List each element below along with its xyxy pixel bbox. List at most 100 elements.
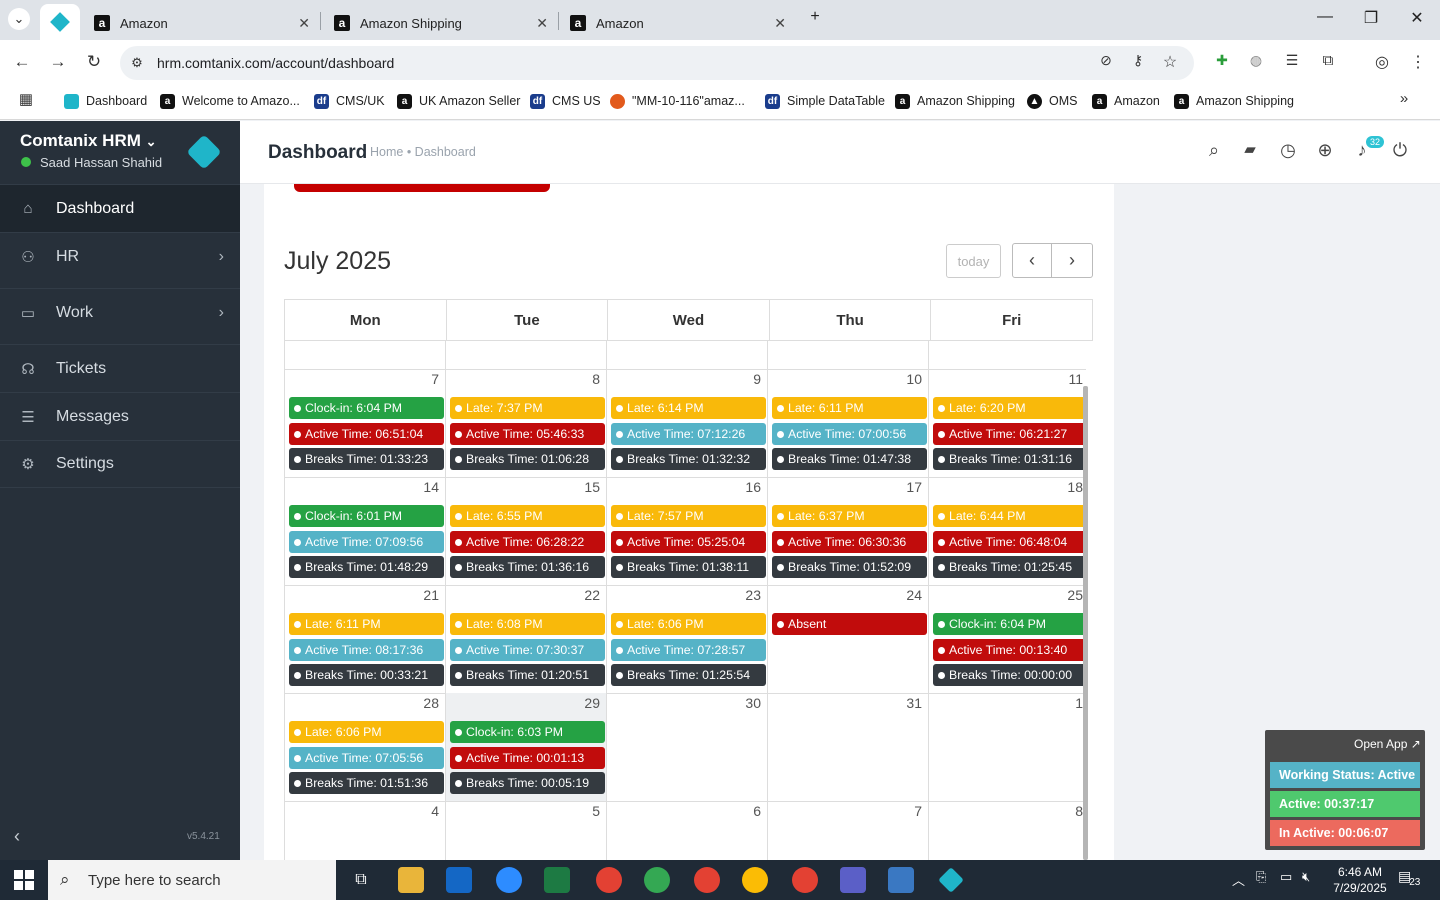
calendar-event[interactable]: Active Time: 07:00:56	[772, 422, 927, 445]
calendar-day-cell[interactable]: 31	[768, 693, 929, 801]
day-number[interactable]: 5	[592, 803, 600, 819]
notes-icon[interactable]: ▰	[1238, 140, 1262, 158]
calendar-event[interactable]: Active Time: 00:13:40	[933, 638, 1086, 661]
calendar-event[interactable]: Late: 6:06 PM	[611, 613, 766, 635]
tab-amazon-2[interactable]: a Amazon ✕	[556, 6, 796, 40]
chrome-icon[interactable]	[644, 867, 670, 893]
day-number[interactable]: 24	[906, 587, 922, 603]
bookmark-simple-datatable[interactable]: df Simple DataTable	[765, 92, 885, 110]
sidebar-item-work[interactable]: ▭ Work ›	[0, 288, 240, 336]
day-number[interactable]: 23	[745, 587, 761, 603]
bookmark-dashboard[interactable]: Dashboard	[64, 92, 147, 110]
calendar-scrollbar[interactable]	[1083, 386, 1088, 860]
windows-start-icon[interactable]	[14, 870, 34, 890]
calendar-day-cell[interactable]: 4	[285, 801, 446, 860]
calendar-day-cell[interactable]: 28 Late: 6:06 PM Active Time: 07:05:56 Brea…	[285, 693, 446, 801]
profile-icon[interactable]: ◎	[1370, 52, 1394, 72]
calendar-event[interactable]: Active Time: 07:12:26	[611, 422, 766, 445]
maximize-icon[interactable]: ❐	[1356, 8, 1386, 28]
calendar-day-cell[interactable]: 21 Late: 6:11 PM Active Time: 08:17:36 Brea…	[285, 585, 446, 693]
calendar-event[interactable]: Late: 6:08 PM	[450, 613, 605, 635]
calendar-event[interactable]: Late: 6:11 PM	[772, 397, 927, 419]
calendar-event[interactable]: Breaks Time: 01:25:54	[611, 664, 766, 686]
tray-volume-icon[interactable]: 🔇︎	[1302, 869, 1310, 885]
globe-icon[interactable]: ◍	[1244, 52, 1268, 69]
url-text[interactable]: hrm.comtanix.com/account/dashboard	[157, 55, 394, 71]
chrome-icon[interactable]	[742, 867, 768, 893]
calendar-day-cell[interactable]: 24 Absent	[768, 585, 929, 693]
calendar-day-cell[interactable]: 9 Late: 6:14 PM Active Time: 07:12:26 Break…	[607, 369, 768, 477]
calendar-event[interactable]: Active Time: 08:17:36	[289, 638, 444, 661]
extension-plus-icon[interactable]: ✚	[1210, 52, 1234, 69]
open-app-link[interactable]: Open App ↗	[1354, 737, 1421, 751]
calendar-event[interactable]: Late: 6:44 PM	[933, 505, 1086, 527]
calendar-event[interactable]: Clock-in: 6:01 PM	[289, 505, 444, 527]
puzzle-icon[interactable]: ⧉	[1316, 52, 1340, 69]
calendar-event[interactable]: Late: 6:20 PM	[933, 397, 1086, 419]
day-number[interactable]: 11	[1068, 371, 1083, 387]
day-number[interactable]: 29	[584, 695, 600, 711]
day-number[interactable]: 30	[745, 695, 761, 711]
calendar-day-cell[interactable]: 7	[768, 801, 929, 860]
bookmark-cms-us[interactable]: df CMS US	[530, 92, 601, 110]
calendar-event[interactable]: Breaks Time: 01:06:28	[450, 448, 605, 470]
file-explorer-icon[interactable]	[398, 867, 424, 893]
outlook-icon[interactable]	[446, 867, 472, 893]
calendar-day-cell[interactable]: 17 Late: 6:37 PM Active Time: 06:30:36 Brea…	[768, 477, 929, 585]
calendar-event[interactable]: Breaks Time: 01:38:11	[611, 556, 766, 578]
taskbar-search-input[interactable]: ⌕ Type here to search	[48, 860, 336, 900]
calendar-day-cell[interactable]: 18 Late: 6:44 PM Active Time: 06:48:04 Brea…	[929, 477, 1086, 585]
tab-search-icon[interactable]: ⌄	[8, 8, 30, 30]
day-number[interactable]: 17	[906, 479, 922, 495]
calendar-day-cell[interactable]: 16 Late: 7:57 PM Active Time: 05:25:04 Brea…	[607, 477, 768, 585]
minimize-icon[interactable]: —	[1310, 8, 1340, 26]
bookmark-amazon[interactable]: a Amazon	[1092, 92, 1160, 110]
calendar-event[interactable]: Late: 6:14 PM	[611, 397, 766, 419]
red-button-edge[interactable]	[294, 184, 550, 192]
notification-center-icon[interactable]: ▤23	[1398, 868, 1422, 888]
calendar-event[interactable]: Active Time: 00:01:13	[450, 746, 605, 769]
day-number[interactable]: 8	[1075, 803, 1083, 819]
calendar-event[interactable]: Breaks Time: 00:00:00	[933, 664, 1086, 686]
calendar-event[interactable]: Active Time: 06:28:22	[450, 530, 605, 553]
power-icon[interactable]: ⏻	[1388, 140, 1412, 161]
calendar-day-cell[interactable]: 8 Late: 7:37 PM Active Time: 05:46:33 Break…	[446, 369, 607, 477]
tab-active-hrm[interactable]	[40, 4, 80, 40]
calendar-event[interactable]: Breaks Time: 01:20:51	[450, 664, 605, 686]
sidebar-item-messages[interactable]: ☰ Messages	[0, 392, 240, 440]
today-button[interactable]: today	[946, 244, 1001, 278]
close-icon[interactable]: ✕	[774, 15, 786, 32]
sidebar-item-hr[interactable]: ⚇ HR ›	[0, 232, 240, 280]
brand-name[interactable]: Comtanix HRM ⌄	[20, 131, 157, 151]
calendar-event[interactable]: Active Time: 07:09:56	[289, 530, 444, 553]
apps-grid-icon[interactable]: ▦	[14, 90, 38, 108]
list-extension-icon[interactable]: ☰	[1280, 52, 1304, 69]
calendar-event[interactable]: Clock-in: 6:03 PM	[450, 721, 605, 743]
calendar-day-cell[interactable]: 29 Clock-in: 6:03 PM Active Time: 00:01:13…	[446, 693, 607, 801]
add-circle-icon[interactable]: ⊕	[1313, 140, 1337, 161]
calendar-event[interactable]: Active Time: 06:48:04	[933, 530, 1086, 553]
calendar-day-cell[interactable]: 11 Late: 6:20 PM Active Time: 06:21:27 Brea…	[929, 369, 1086, 477]
tab-amazon-shipping[interactable]: a Amazon Shipping ✕	[320, 6, 558, 40]
calendar-day-cell[interactable]: Late: 6:??:?? PMActive Time: 06:40:17Bre…	[446, 341, 607, 369]
calendar-event[interactable]: Late: 7:57 PM	[611, 505, 766, 527]
day-number[interactable]: 6	[753, 803, 761, 819]
calendar-day-cell[interactable]: Late: 6:03 PMActive Time: 06:55:10Breaks…	[768, 341, 929, 369]
day-number[interactable]: 7	[431, 371, 439, 387]
breadcrumb[interactable]: Home • Dashboard	[370, 145, 476, 159]
day-number[interactable]: 28	[423, 695, 439, 711]
teams-icon[interactable]	[840, 867, 866, 893]
bookmark-welcome-amazon[interactable]: a Welcome to Amazo...	[160, 92, 300, 110]
calendar-event[interactable]: Breaks Time: 00:33:21	[289, 664, 444, 686]
chrome-icon[interactable]	[792, 867, 818, 893]
tray-network-icon[interactable]: ⎘	[1256, 869, 1266, 885]
calendar-event[interactable]: Active Time: 07:30:37	[450, 638, 605, 661]
calendar-event[interactable]: Active Time: 05:46:33	[450, 422, 605, 445]
reload-icon[interactable]: ↻	[82, 52, 106, 72]
zoom-icon[interactable]	[496, 867, 522, 893]
excel-icon[interactable]	[544, 867, 570, 893]
calendar-day-cell[interactable]: 6	[607, 801, 768, 860]
calendar-event[interactable]: Breaks Time: 01:51:36	[289, 772, 444, 794]
calendar-day-cell[interactable]: 10 Late: 6:11 PM Active Time: 07:00:56 Brea…	[768, 369, 929, 477]
close-icon[interactable]: ✕	[298, 15, 310, 32]
